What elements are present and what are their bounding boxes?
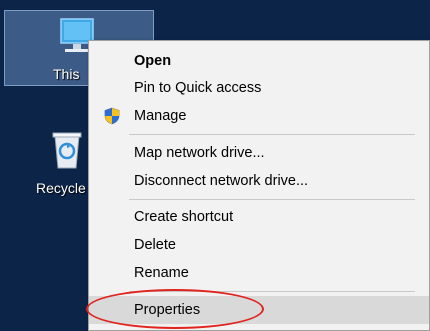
menu-item-label: Properties bbox=[134, 302, 201, 318]
menu-item-manage[interactable]: Manage bbox=[89, 103, 429, 129]
menu-item-label: Rename bbox=[134, 265, 189, 281]
menu-item-map-network-drive[interactable]: Map network drive... bbox=[89, 140, 429, 166]
menu-item-label: Open bbox=[134, 53, 172, 69]
menu-item-label: Create shortcut bbox=[134, 209, 234, 225]
menu-item-label: Delete bbox=[134, 237, 176, 253]
menu-item-delete[interactable]: Delete bbox=[89, 232, 429, 258]
context-menu: Open Pin to Quick access Manage Map netw… bbox=[88, 40, 430, 331]
menu-item-label: Disconnect network drive... bbox=[134, 173, 309, 189]
menu-item-properties[interactable]: Properties bbox=[89, 296, 429, 324]
desktop-icon-recycle-bin[interactable]: Recycle bbox=[36, 130, 96, 200]
menu-item-disconnect-network-drive[interactable]: Disconnect network drive... bbox=[89, 168, 429, 194]
menu-separator bbox=[129, 291, 415, 292]
menu-item-pin-to-quick-access[interactable]: Pin to Quick access bbox=[89, 75, 429, 101]
menu-item-label: Map network drive... bbox=[134, 145, 265, 161]
uac-shield-icon bbox=[103, 107, 121, 134]
recycle-bin-icon bbox=[50, 130, 84, 173]
menu-item-label: Pin to Quick access bbox=[134, 80, 262, 96]
desktop: This Recycle Open Pin to Quick access Ma… bbox=[0, 0, 430, 331]
menu-item-open[interactable]: Open bbox=[89, 48, 429, 74]
menu-item-create-shortcut[interactable]: Create shortcut bbox=[89, 204, 429, 230]
menu-separator bbox=[129, 199, 415, 200]
menu-separator bbox=[129, 134, 415, 135]
menu-item-rename[interactable]: Rename bbox=[89, 260, 429, 286]
menu-item-label: Manage bbox=[134, 108, 187, 124]
desktop-icon-label: Recycle bbox=[36, 180, 86, 196]
desktop-icon-label: This bbox=[53, 66, 80, 82]
